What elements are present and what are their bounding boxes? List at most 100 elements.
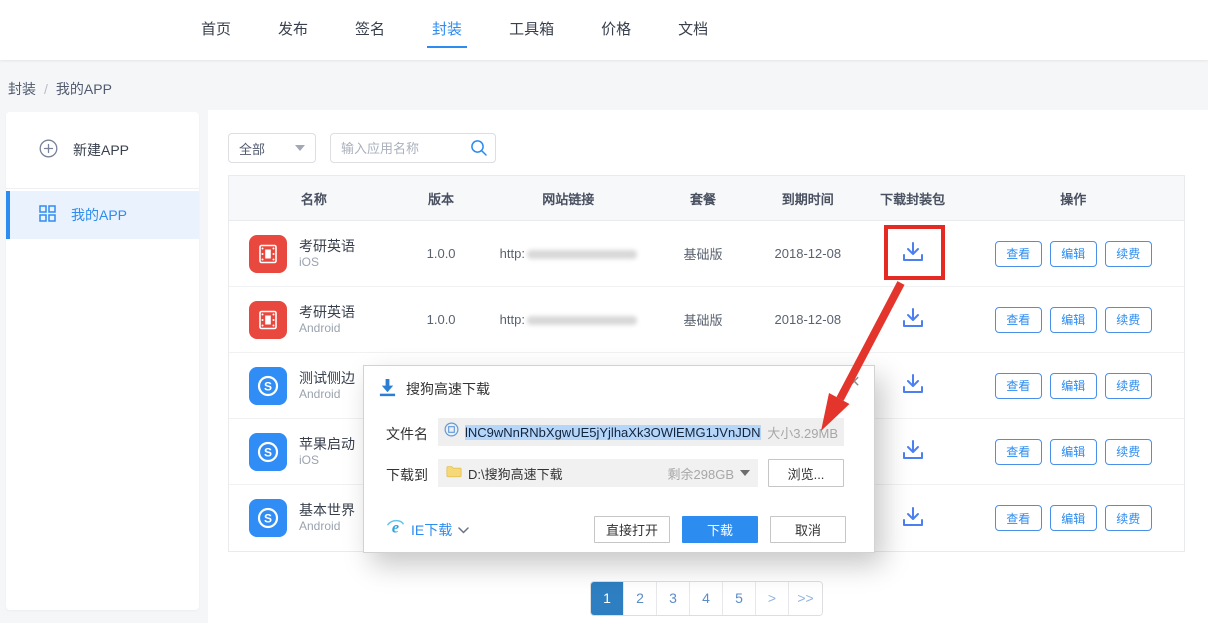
cancel-button[interactable]: 取消: [770, 516, 846, 543]
ie-download-toggle[interactable]: e IE下载: [386, 518, 469, 542]
breadcrumb-my-app: 我的APP: [56, 81, 112, 97]
col-header-version: 版本: [399, 189, 484, 208]
filename-field[interactable]: lNC9wNnRNbXgwUE5jYjlhaXk3OWlEMG1JVnJDND0…: [438, 418, 844, 446]
col-header-download: 下载封装包: [863, 189, 963, 208]
renew-button[interactable]: 续费: [1105, 373, 1152, 399]
app-version: 1.0.0: [399, 246, 484, 261]
sogou-app-icon: S: [249, 499, 287, 537]
filter-dropdown-value: 全部: [239, 139, 265, 158]
edit-button[interactable]: 编辑: [1050, 373, 1097, 399]
renew-button[interactable]: 续费: [1105, 307, 1152, 333]
page-5-button[interactable]: 5: [723, 582, 756, 615]
nav-item-package[interactable]: 封装: [432, 0, 462, 60]
edit-button[interactable]: 编辑: [1050, 439, 1097, 465]
chevron-down-icon[interactable]: [740, 470, 750, 476]
nav-item-toolbox[interactable]: 工具箱: [509, 0, 554, 60]
app-name: 基本世界: [299, 501, 355, 519]
browse-button[interactable]: 浏览...: [768, 459, 844, 487]
save-path-field[interactable]: D:\搜狗高速下载 剩余298GB: [438, 459, 758, 487]
dialog-title: 搜狗高速下载: [406, 379, 490, 399]
app-platform: iOS: [299, 255, 355, 271]
annotation-highlight-box: [884, 225, 945, 280]
breadcrumb-package[interactable]: 封装: [8, 81, 36, 97]
col-header-package: 套餐: [653, 189, 753, 208]
breadcrumb: 封装/我的APP: [8, 79, 112, 99]
edit-button[interactable]: 编辑: [1050, 505, 1097, 531]
chevron-down-icon: [295, 145, 305, 151]
download-package-button[interactable]: [897, 502, 929, 535]
nav-item-publish[interactable]: 发布: [278, 0, 308, 60]
save-to-label: 下载到: [386, 465, 428, 485]
nav-item-price[interactable]: 价格: [601, 0, 631, 60]
app-name: 考研英语: [299, 303, 355, 321]
search-icon[interactable]: [470, 139, 488, 162]
table-header-row: 名称 版本 网站链接 套餐 到期时间 下载封装包 操作: [229, 176, 1184, 221]
filename-label: 文件名: [386, 424, 428, 444]
view-button[interactable]: 查看: [995, 241, 1042, 267]
renew-button[interactable]: 续费: [1105, 241, 1152, 267]
app-package: 基础版: [653, 310, 753, 329]
download-package-button[interactable]: [897, 369, 929, 402]
view-button[interactable]: 查看: [995, 439, 1042, 465]
col-header-name: 名称: [229, 189, 399, 208]
filename-value: lNC9wNnRNbXgwUE5jYjlhaXk3OWlEMG1JVnJDND0: [465, 425, 761, 440]
sogou-app-icon: S: [249, 367, 287, 405]
svg-text:S: S: [264, 445, 272, 459]
view-button[interactable]: 查看: [995, 307, 1042, 333]
app-platform: Android: [299, 387, 355, 403]
sidebar: 新建APP 我的APP: [6, 112, 199, 610]
search-box: [330, 133, 496, 163]
app-link: http:: [484, 312, 654, 327]
edit-button[interactable]: 编辑: [1050, 307, 1097, 333]
app-name: 考研英语: [299, 237, 355, 255]
sidebar-item-my-app[interactable]: 我的APP: [6, 191, 199, 239]
filter-dropdown[interactable]: 全部: [228, 133, 316, 163]
nav-item-signature[interactable]: 签名: [355, 0, 385, 60]
grid-icon: [39, 205, 56, 225]
open-directly-button[interactable]: 直接打开: [594, 516, 670, 543]
app-package: 基础版: [653, 244, 753, 263]
last-page-button[interactable]: >>: [789, 582, 822, 615]
svg-text:S: S: [264, 379, 272, 393]
folder-icon: [446, 464, 462, 483]
app-expiry: 2018-12-08: [753, 246, 863, 261]
sidebar-item-label: 我的APP: [71, 205, 127, 225]
blurred-url: [527, 316, 637, 325]
file-size: 大小3.29MB: [767, 423, 838, 442]
sogou-download-dialog: 搜狗高速下载 × 文件名 lNC9wNnRNbXgwUE5jYjlhaXk3OW…: [363, 365, 875, 553]
table-row: 考研英语 iOS 1.0.0 http: 基础版 2018-12-08 查看 编…: [229, 221, 1184, 287]
ie-download-label: IE下载: [411, 520, 452, 540]
col-header-expiry: 到期时间: [753, 189, 863, 208]
top-navigation: 首页 发布 签名 封装 工具箱 价格 文档: [0, 0, 1208, 60]
download-package-button[interactable]: [897, 303, 929, 336]
renew-button[interactable]: 续费: [1105, 505, 1152, 531]
svg-text:e: e: [392, 520, 399, 537]
app-platform: Android: [299, 519, 355, 535]
download-package-button[interactable]: [897, 435, 929, 468]
view-button[interactable]: 查看: [995, 505, 1042, 531]
sidebar-item-new-app[interactable]: 新建APP: [6, 112, 199, 189]
app-version: 1.0.0: [399, 312, 484, 327]
download-button[interactable]: 下载: [682, 516, 758, 543]
col-header-link: 网站链接: [483, 189, 653, 208]
view-button[interactable]: 查看: [995, 373, 1042, 399]
renew-button[interactable]: 续费: [1105, 439, 1152, 465]
app-name: 测试侧边: [299, 369, 355, 387]
close-icon[interactable]: ×: [848, 372, 860, 392]
save-path-value: D:\搜狗高速下载: [468, 464, 563, 483]
page-4-button[interactable]: 4: [690, 582, 723, 615]
table-row: 考研英语 Android 1.0.0 http: 基础版 2018-12-08 …: [229, 287, 1184, 353]
page-1-button[interactable]: 1: [591, 582, 624, 615]
page-3-button[interactable]: 3: [657, 582, 690, 615]
nav-item-docs[interactable]: 文档: [678, 0, 708, 60]
film-app-icon: [249, 301, 287, 339]
next-page-button[interactable]: >: [756, 582, 789, 615]
col-header-actions: 操作: [962, 189, 1184, 208]
download-icon: [378, 378, 397, 400]
edit-button[interactable]: 编辑: [1050, 241, 1097, 267]
svg-text:S: S: [264, 512, 272, 526]
nav-item-home[interactable]: 首页: [201, 0, 231, 60]
app-link: http:: [484, 246, 654, 261]
page-2-button[interactable]: 2: [624, 582, 657, 615]
space-remaining: 剩余298GB: [668, 464, 734, 483]
